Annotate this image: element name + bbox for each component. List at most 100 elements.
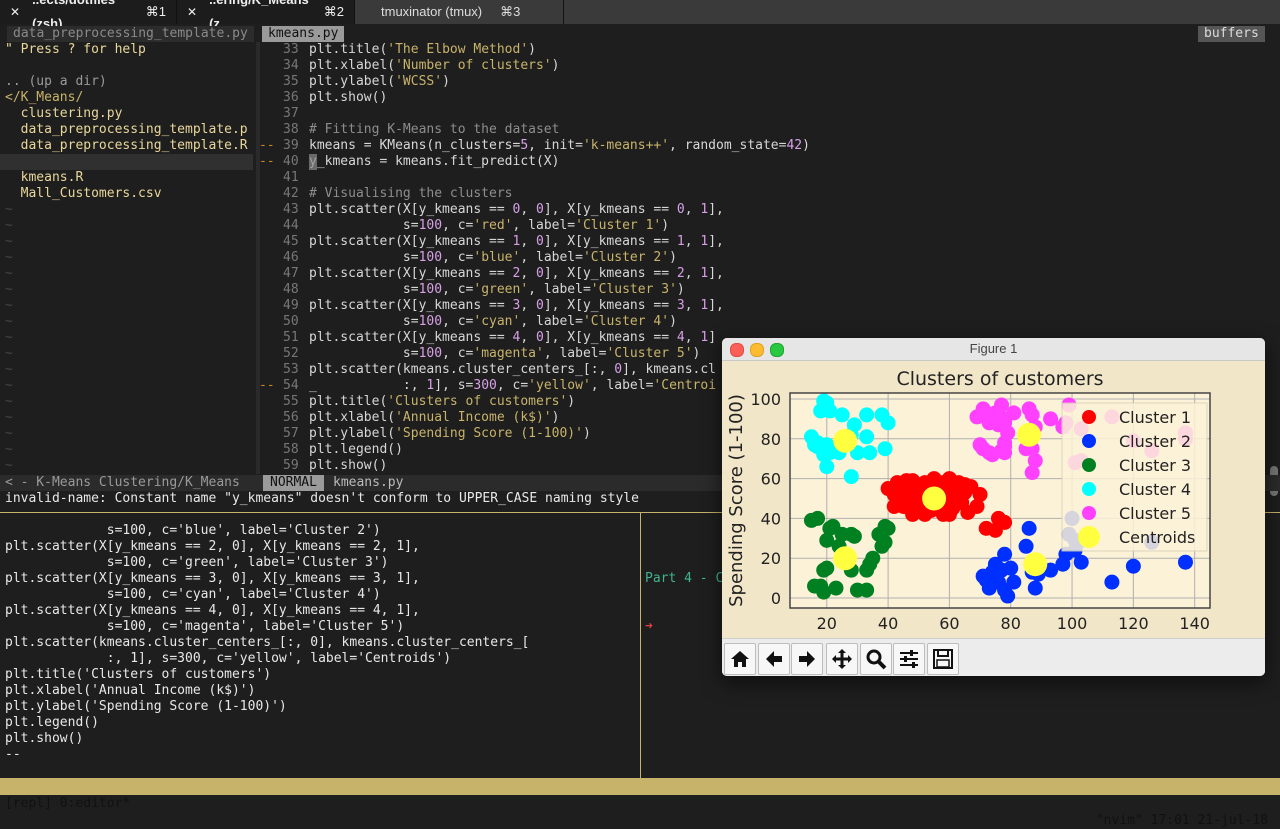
tab-shortcut: ⌘3 xyxy=(500,4,521,19)
legend-label: Cluster 1 xyxy=(1119,408,1191,427)
data-point-cluster-2 xyxy=(1006,574,1022,590)
tree-item[interactable]: .. (up a dir) xyxy=(5,74,255,90)
tab-dotfiles[interactable]: ✕ ..ects/dotfiles (zsh) ⌘1 xyxy=(0,0,177,31)
code-line[interactable]: 34 plt.xlabel('Number of clusters') xyxy=(262,58,1280,74)
line-number: 34 xyxy=(262,58,309,74)
data-point-cluster-1 xyxy=(898,473,914,489)
close-window-icon[interactable] xyxy=(730,343,744,357)
data-point-cluster-5 xyxy=(1043,411,1059,427)
tab-kmeans[interactable]: ✕ ..ering/K_Means (z... ⌘2 xyxy=(177,0,355,31)
code-line[interactable]: 50 s=100, c='cyan', label='Cluster 4') xyxy=(262,314,1280,330)
configure-icon[interactable] xyxy=(893,643,925,675)
code-line[interactable]: 33 plt.title('The Elbow Method') xyxy=(262,42,1280,58)
data-point-cluster-2 xyxy=(1021,520,1037,536)
shell-pane[interactable]: Part 4 - C ➜ xyxy=(645,539,723,651)
code-text: plt.scatter(X[y_kmeans == 4, 0], X[y_kme… xyxy=(309,330,717,345)
repl-line: plt.ylabel('Spending Score (1-100)') xyxy=(5,699,287,714)
data-point-centroids xyxy=(833,546,858,571)
data-point-centroids xyxy=(833,428,858,453)
line-number-value: 57 xyxy=(283,426,299,441)
code-line[interactable]: 36 plt.show() xyxy=(262,90,1280,106)
data-point-cluster-5 xyxy=(1006,405,1022,421)
line-number-value: 58 xyxy=(283,442,299,457)
tab-tmuxinator[interactable]: tmuxinator (tmux) ⌘3 xyxy=(355,0,564,24)
data-point-centroids xyxy=(922,486,947,511)
lint-sign xyxy=(259,314,275,330)
legend-label: Cluster 2 xyxy=(1119,432,1191,451)
line-number-value: 46 xyxy=(283,250,299,265)
code-line[interactable]: 42 # Visualising the clusters xyxy=(262,186,1280,202)
data-point-cluster-3 xyxy=(871,526,887,542)
code-line[interactable]: 45 plt.scatter(X[y_kmeans == 1, 0], X[y_k… xyxy=(262,234,1280,250)
code-line[interactable]: 37 xyxy=(262,106,1280,122)
tree-item[interactable]: </K_Means/ xyxy=(5,90,255,106)
code-line[interactable]: 43 plt.scatter(X[y_kmeans == 0, 0], X[y_k… xyxy=(262,202,1280,218)
repl-line: s=100, c='blue', label='Cluster 2') xyxy=(5,523,381,538)
line-number-value: 39 xyxy=(283,138,299,153)
figure-titlebar[interactable]: Figure 1 xyxy=(722,338,1265,361)
close-tab-icon[interactable]: ✕ xyxy=(187,0,197,24)
data-point-cluster-4 xyxy=(819,459,835,475)
forward-icon[interactable] xyxy=(791,643,823,675)
repl-line: s=100, c='magenta', label='Cluster 5') xyxy=(5,619,405,634)
line-number: 51 xyxy=(262,330,309,346)
figure-window[interactable]: Figure 1 20 40 60 80 100 120 140 0 20 40 60 80 100 Cl… xyxy=(722,338,1265,676)
line-number-value: 56 xyxy=(283,410,299,425)
code-text: s=100, c='cyan', label='Cluster 4') xyxy=(309,314,677,329)
line-number-value: 35 xyxy=(283,74,299,89)
data-point-cluster-1 xyxy=(954,481,970,497)
maximize-window-icon[interactable] xyxy=(770,343,784,357)
legend-label: Cluster 4 xyxy=(1119,480,1191,499)
code-line[interactable]: 48 s=100, c='green', label='Cluster 3') xyxy=(262,282,1280,298)
tmux-window-list[interactable]: [repl] 0:editor* xyxy=(5,795,130,812)
empty-line-marker: ~ xyxy=(5,218,13,233)
tree-item[interactable]: data_preprocessing_template.p xyxy=(5,122,255,138)
buffer-tab-inactive[interactable]: data_preprocessing_template.py xyxy=(7,26,254,42)
lint-sign xyxy=(259,266,275,282)
code-line[interactable]: -- 39 kmeans = KMeans(n_clusters=5, init='… xyxy=(259,138,1280,154)
tab-shortcut: ⌘1 xyxy=(145,4,166,19)
data-point-cluster-4 xyxy=(859,429,875,445)
line-number-value: 33 xyxy=(283,42,299,57)
back-icon[interactable] xyxy=(758,643,790,675)
data-point-cluster-4 xyxy=(877,441,893,457)
code-line[interactable]: 49 plt.scatter(X[y_kmeans == 3, 0], X[y_k… xyxy=(262,298,1280,314)
code-line[interactable]: 46 s=100, c='blue', label='Cluster 2') xyxy=(262,250,1280,266)
scatter-chart[interactable]: 20 40 60 80 100 120 140 0 20 40 60 80 100 Clusters of… xyxy=(722,361,1265,639)
save-icon[interactable] xyxy=(927,643,959,675)
tree-item[interactable]: clustering.py xyxy=(5,106,255,122)
code-line[interactable]: 44 s=100, c='red', label='Cluster 1') xyxy=(262,218,1280,234)
x-tick-label: 80 xyxy=(1001,614,1021,633)
code-line[interactable]: 35 plt.ylabel('WCSS') xyxy=(262,74,1280,90)
minimize-window-icon[interactable] xyxy=(750,343,764,357)
buffer-tab-active[interactable]: kmeans.py xyxy=(262,26,345,42)
home-icon[interactable] xyxy=(724,643,756,675)
data-point-cluster-1 xyxy=(902,500,918,516)
code-text: plt.ylabel('WCSS') xyxy=(309,74,450,89)
text-cursor xyxy=(309,154,317,170)
tree-item[interactable]: data_preprocessing_template.R xyxy=(5,138,255,154)
repl-line: plt.scatter(X[y_kmeans == 2, 0], X[y_kme… xyxy=(5,539,420,554)
code-line[interactable]: 38 # Fitting K-Means to the dataset xyxy=(262,122,1280,138)
code-line[interactable]: -- 40 y_kmeans = kmeans.fit_predict(X) xyxy=(259,154,1280,170)
lint-sign xyxy=(259,250,275,266)
y-tick-label: 60 xyxy=(761,470,781,489)
line-number-value: 51 xyxy=(283,330,299,345)
data-point-cluster-4 xyxy=(810,435,826,451)
lint-sign xyxy=(259,90,275,106)
repl-pane[interactable]: s=100, c='blue', label='Cluster 2') plt.s… xyxy=(5,523,635,763)
zoom-icon[interactable] xyxy=(860,643,892,675)
terminal-tab-bar: ✕ ..ects/dotfiles (zsh) ⌘1 ✕ ..ering/K_M… xyxy=(0,0,1280,31)
data-point-cluster-2 xyxy=(1000,588,1016,604)
lint-sign xyxy=(259,234,275,250)
tree-item[interactable]: Mall_Customers.csv xyxy=(5,186,255,202)
close-tab-icon[interactable]: ✕ xyxy=(10,0,20,24)
code-line[interactable]: 41 xyxy=(262,170,1280,186)
code-line[interactable]: 47 plt.scatter(X[y_kmeans == 2, 0], X[y_k… xyxy=(262,266,1280,282)
line-number-value: 59 xyxy=(283,458,299,473)
pan-icon[interactable] xyxy=(826,643,858,675)
line-number-value: 38 xyxy=(283,122,299,137)
line-number-value: 36 xyxy=(283,90,299,105)
tree-item[interactable]: kmeans.R xyxy=(5,170,255,186)
legend-label: Cluster 3 xyxy=(1119,456,1191,475)
